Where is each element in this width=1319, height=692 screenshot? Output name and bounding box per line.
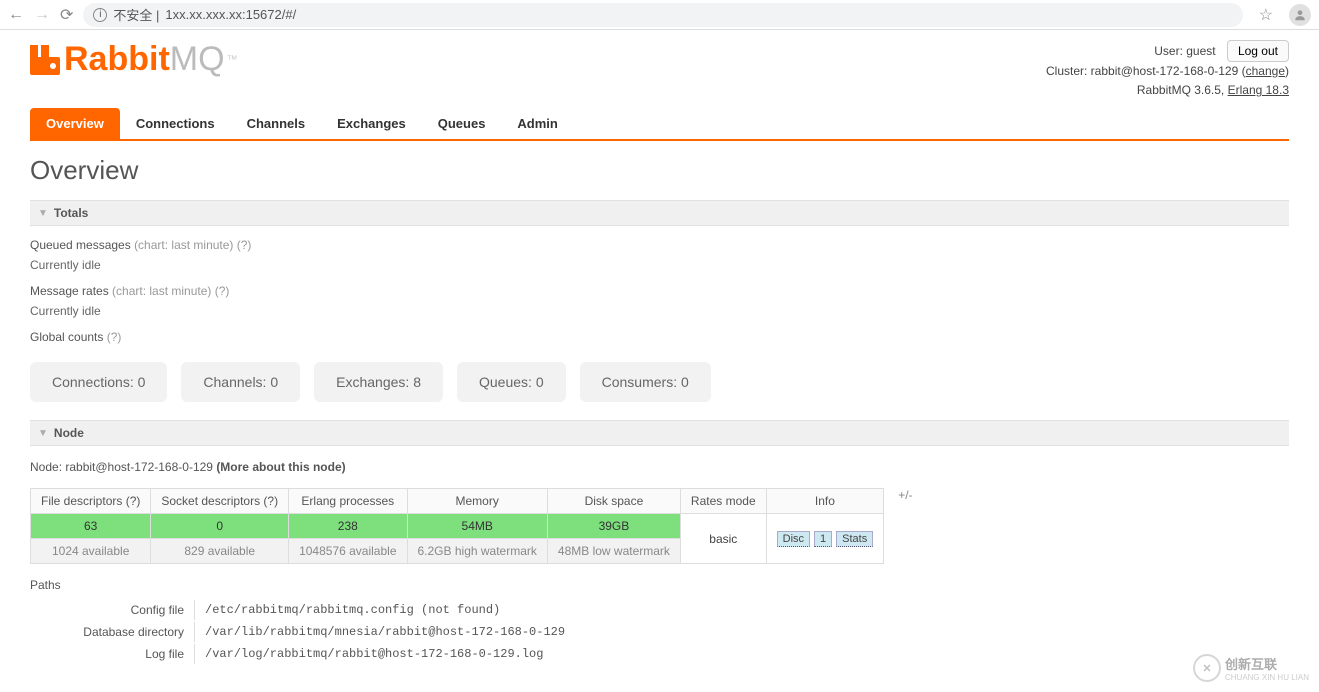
main-tabs: Overview Connections Channels Exchanges … [30,108,1289,141]
tab-admin[interactable]: Admin [501,108,573,139]
logo-text-mq: MQ [170,40,225,79]
watermark-sub: CHUANG XIN HU LIAN [1225,673,1309,682]
version-text: RabbitMQ 3.6.5, [1137,83,1228,97]
disk-value: 39GB [558,519,670,533]
disk-avail: 48MB low watermark [547,539,680,564]
rates-mode: basic [680,514,766,564]
page-title: Overview [30,155,1289,186]
global-counts-row: Connections: 0 Channels: 0 Exchanges: 8 … [30,362,1289,402]
path-db-value: /var/lib/rabbitmq/mnesia/rabbit@host-172… [194,622,573,642]
th-disk: Disk space [547,489,680,514]
url-text: 1xx.xx.xxx.xx:15672/#/ [165,7,296,22]
node-table: File descriptors (?) Socket descriptors … [30,488,884,564]
rates-idle: Currently idle [30,304,1289,318]
paths-title: Paths [30,578,1289,592]
tag-stats[interactable]: Stats [836,531,873,547]
section-totals[interactable]: ▼ Totals [30,200,1289,226]
tag-1[interactable]: 1 [814,531,832,547]
logo-tm: ™ [227,54,238,66]
ep-avail: 1048576 available [289,539,407,564]
tab-queues[interactable]: Queues [422,108,502,139]
count-connections[interactable]: Connections: 0 [30,362,167,402]
bookmark-icon[interactable]: ☆ [1259,5,1273,25]
sd-value: 0 [161,519,278,533]
node-name-line: Node: rabbit@host-172-168-0-129 (More ab… [30,460,1289,474]
global-counts-label: Global counts (?) [30,330,1289,344]
profile-avatar[interactable] [1289,4,1311,26]
plus-minus-toggle[interactable]: +/- [898,488,912,502]
th-rates: Rates mode [680,489,766,514]
path-config-label: Config file [32,600,192,620]
back-icon[interactable]: ← [8,6,24,24]
info-tags: Disc 1 Stats [777,531,874,547]
reload-icon[interactable]: ⟳ [60,5,73,25]
cluster-name: rabbit@host-172-168-0-129 [1091,64,1239,78]
fd-value: 63 [41,519,140,533]
logout-button[interactable]: Log out [1227,40,1289,62]
th-info: Info [766,489,884,514]
chevron-down-icon: ▼ [38,428,48,439]
section-node[interactable]: ▼ Node [30,420,1289,446]
count-channels[interactable]: Channels: 0 [181,362,300,402]
path-log-value: /var/log/rabbitmq/rabbit@host-172-168-0-… [194,644,573,664]
mem-avail: 6.2GB high watermark [407,539,547,564]
path-log-label: Log file [32,644,192,664]
info-icon[interactable]: i [93,8,107,22]
rabbitmq-logo: RabbitMQ™ [30,40,238,79]
more-about-node[interactable]: (More about this node) [216,460,345,474]
section-totals-label: Totals [54,206,88,220]
tab-overview[interactable]: Overview [30,108,120,139]
url-prefix: 不安全 | [113,5,159,24]
user-label: User: [1154,44,1186,58]
browser-bar: ← → ⟳ i 不安全 | 1xx.xx.xxx.xx:15672/#/ ☆ [0,0,1319,30]
forward-icon[interactable]: → [34,6,50,24]
change-link[interactable]: change [1246,64,1285,78]
message-rates-label: Message rates (chart: last minute) (?) [30,284,1289,298]
watermark-icon: ✕ [1193,654,1221,682]
address-bar[interactable]: i 不安全 | 1xx.xx.xxx.xx:15672/#/ [83,3,1242,27]
header-info: User: guest Log out Cluster: rabbit@host… [1046,40,1289,100]
th-sd: Socket descriptors (?) [151,489,289,514]
cluster-label: Cluster: [1046,64,1091,78]
count-queues[interactable]: Queues: 0 [457,362,566,402]
queued-messages-label: Queued messages (chart: last minute) (?) [30,238,1289,252]
ep-value: 238 [299,519,396,533]
logo-text-rabbit: Rabbit [64,40,170,79]
watermark-text: 创新互联 [1225,654,1309,673]
path-config-value: /etc/rabbitmq/rabbitmq.config (not found… [194,600,573,620]
th-fd: File descriptors (?) [31,489,151,514]
count-exchanges[interactable]: Exchanges: 8 [314,362,443,402]
section-node-label: Node [54,426,84,440]
th-ep: Erlang processes [289,489,407,514]
node-row: 63 0 238 54MB 39GB basic Disc 1 Stats [31,514,884,539]
tag-disc[interactable]: Disc [777,531,810,547]
paths-table: Config file/etc/rabbitmq/rabbitmq.config… [30,598,575,666]
th-mem: Memory [407,489,547,514]
count-consumers[interactable]: Consumers: 0 [580,362,711,402]
queued-idle: Currently idle [30,258,1289,272]
tab-channels[interactable]: Channels [231,108,322,139]
tab-connections[interactable]: Connections [120,108,231,139]
path-db-label: Database directory [32,622,192,642]
tab-exchanges[interactable]: Exchanges [321,108,422,139]
sd-avail: 829 available [151,539,289,564]
user-name: guest [1186,44,1215,58]
mem-value: 54MB [418,519,537,533]
watermark: ✕ 创新互联 CHUANG XIN HU LIAN [1193,654,1309,682]
rabbitmq-icon [30,45,60,75]
erlang-link[interactable]: Erlang 18.3 [1228,83,1289,97]
node-name: rabbit@host-172-168-0-129 [65,460,213,474]
chevron-down-icon: ▼ [38,208,48,219]
fd-avail: 1024 available [31,539,151,564]
